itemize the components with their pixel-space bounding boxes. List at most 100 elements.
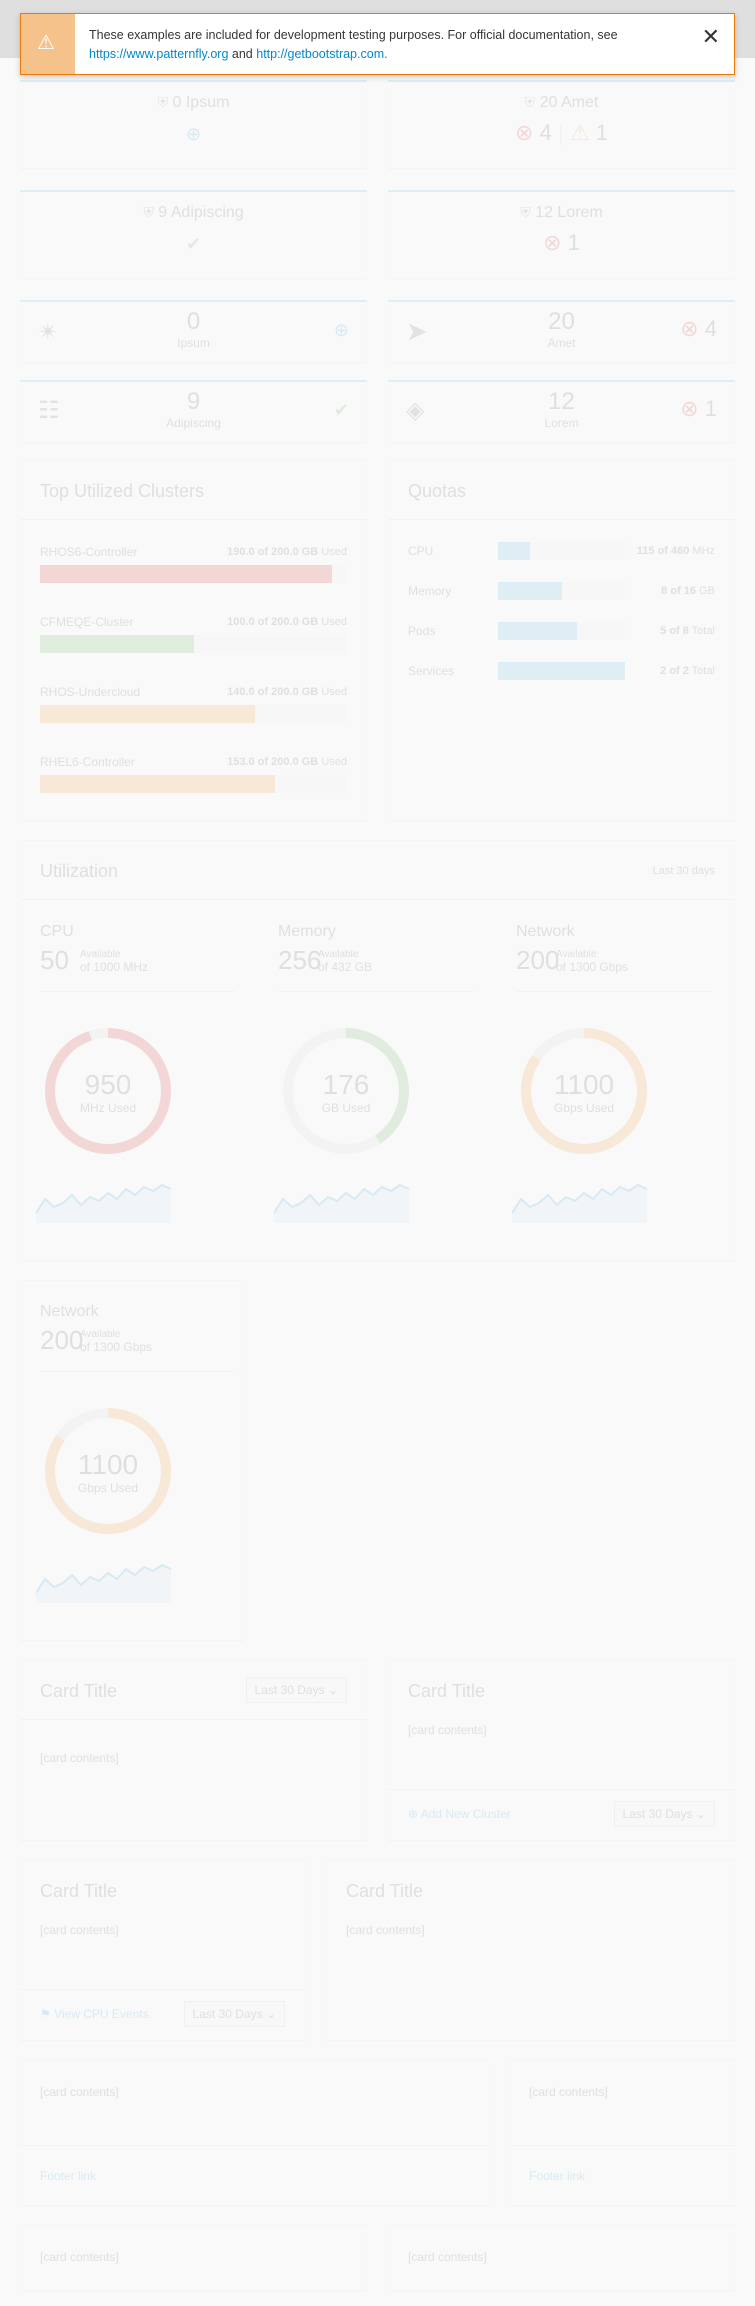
range-label: Last 30 Days — [192, 2007, 263, 2021]
patternfly-link[interactable]: https://www.patternfly.org — [89, 47, 228, 61]
aggregate-card-lorem: ⛨ 12 Lorem ⊗ 1 — [388, 190, 735, 278]
aggregate-card-amet: ⛨ 20 Amet ⊗ 4 | ⚠ 1 — [388, 80, 735, 168]
donut-used-value: 1100 — [553, 1069, 615, 1100]
sparkline — [512, 1183, 648, 1223]
util-panel-title: Network — [40, 1303, 99, 1320]
aggregate-card-ipsum: ⛨ 0 Ipsum ⊕ — [20, 80, 367, 168]
card-f: [card contents] Footer link — [509, 2060, 735, 2205]
donut-used-label: MHz Used — [79, 1101, 136, 1115]
chevron-down-icon: ⌄ — [327, 1683, 338, 1697]
quota-unit: MHz — [692, 545, 715, 557]
quota-bar-fill — [498, 582, 562, 600]
quota-bar — [498, 542, 625, 560]
aggregate-card-adipiscing: ⛨ 9 Adipiscing ✔ — [20, 190, 367, 278]
cluster-used-value: 100.0 of 200.0 GB — [227, 616, 319, 628]
cluster-bar — [40, 775, 347, 793]
donut-used-value: 176 — [322, 1069, 370, 1100]
mini-count: 9 — [186, 388, 201, 415]
utilization-card: Utilization Last 30 days CPU 50 Available o… — [20, 840, 735, 1260]
quota-usage: 8 of 16 GB — [661, 585, 715, 597]
range-dropdown[interactable]: Last 30 Days ⌄ — [183, 2001, 285, 2027]
quota-bar-fill — [498, 622, 578, 640]
donut-used-label: Gbps Used — [77, 1481, 139, 1495]
add-circle-icon[interactable]: ⊕ — [186, 124, 201, 144]
error-circle-icon: ⊗ — [543, 230, 562, 255]
alert-text: These examples are included for developm… — [89, 26, 689, 64]
range-dropdown[interactable]: Last 30 Days ⌄ — [245, 1677, 347, 1703]
cluster-used-value: 140.0 of 200.0 GB — [227, 686, 319, 698]
error-count: 1 — [704, 396, 717, 421]
cluster-used-suffix: Used — [321, 756, 347, 768]
clusters-card: Top Utilized Clusters RHOS6-Controller 19… — [20, 460, 367, 820]
cluster-usage: 100.0 of 200.0 GB Used — [227, 616, 347, 628]
panel-divider — [40, 1371, 235, 1372]
cluster-name: RHEL6-Controller — [40, 755, 135, 769]
available-total: of 432 GB — [318, 960, 373, 974]
footer-link[interactable]: Footer link — [40, 2169, 96, 2183]
error-count: 1 — [567, 230, 580, 255]
card-b: Card Title [card contents] ⊕ Add New Clu… — [388, 1660, 735, 1840]
close-icon[interactable]: ✕ — [702, 24, 720, 50]
sparkline — [274, 1183, 410, 1223]
card-title: Utilization — [40, 861, 119, 881]
cluster-usage: 140.0 of 200.0 GB Used — [227, 686, 347, 698]
shield-icon: ⛨ — [143, 204, 154, 220]
footer-link[interactable]: Footer link — [529, 2169, 585, 2183]
quota-usage: 115 of 460 MHz — [637, 545, 715, 557]
error-count: 4 — [539, 120, 552, 145]
aggregate-title: 0 Ipsum — [172, 94, 230, 111]
panel-divider — [516, 991, 711, 992]
dev-warning-alert: ⚠ These examples are included for develo… — [20, 13, 735, 75]
card-contents: [card contents] — [408, 1723, 487, 1737]
quota-name: Services — [408, 664, 455, 678]
donut-used-value: 1100 — [77, 1449, 139, 1480]
mini-card-ipsum: ✴ 0 Ipsum ⊕ — [20, 300, 367, 362]
sparkline — [36, 1183, 172, 1223]
mini-label: Ipsum — [177, 336, 210, 350]
card-title: Quotas — [408, 481, 467, 501]
card-contents: [card contents] — [346, 1923, 425, 1937]
quota-bar — [498, 622, 625, 640]
panel-divider — [40, 991, 235, 992]
quota-name: CPU — [408, 544, 434, 558]
available-value: 200 — [40, 1325, 84, 1355]
view-events-link[interactable]: ⚑ View CPU Events — [40, 2007, 149, 2021]
card-contents: [card contents] — [40, 1751, 119, 1765]
cluster-used-suffix: Used — [321, 616, 347, 628]
mini-card-amet: ➤ 20 Amet ⊗ 4 — [388, 300, 735, 362]
link-label: View CPU Events — [54, 2007, 149, 2021]
donut-used-label: Gbps Used — [553, 1101, 615, 1115]
available-total: of 1000 MHz — [80, 960, 149, 974]
card-e: [card contents] Footer link — [20, 2060, 488, 2205]
cluster-used-suffix: Used — [321, 686, 347, 698]
aggregate-title: 9 Adipiscing — [158, 204, 244, 221]
quota-bar — [498, 662, 625, 680]
cluster-bar-fill — [40, 635, 194, 653]
shield-icon: ⛨ — [520, 204, 531, 220]
time-range: Last 30 days — [652, 865, 715, 877]
quota-name: Memory — [408, 584, 452, 598]
cluster-usage: 153.0 of 200.0 GB Used — [227, 756, 347, 768]
cluster-name: RHOS-Undercloud — [40, 685, 141, 699]
ok-circle-icon: ✔ — [333, 400, 349, 420]
cluster-bar — [40, 705, 347, 723]
alert-and: and — [231, 47, 253, 61]
aggregate-title: 12 Lorem — [535, 204, 603, 221]
available-label-box: Available of 1000 MHz — [80, 949, 148, 973]
bootstrap-link[interactable]: http://getbootstrap.com. — [256, 47, 387, 61]
util-panel-title: Network — [516, 923, 575, 940]
quota-used-value: 8 of 16 — [661, 585, 697, 597]
cluster-bar-fill — [40, 775, 275, 793]
range-dropdown[interactable]: Last 30 Days ⌄ — [613, 1801, 715, 1827]
available-label-box: Available of 432 GB — [318, 949, 372, 973]
quotas-card: Quotas CPU 115 of 460 MHz Memory 8 of 16 GB… — [388, 460, 735, 820]
add-cluster-link[interactable]: ⊕ Add New Cluster — [408, 1807, 511, 1821]
card-d: Card Title [card contents] — [326, 1860, 735, 2040]
cluster-bar-fill — [40, 565, 332, 583]
card-h: [card contents] — [388, 2225, 735, 2290]
link-label: Add New Cluster — [420, 1807, 511, 1821]
available-total: of 1300 Gbps — [556, 960, 629, 974]
donut-used-value: 950 — [84, 1069, 132, 1100]
add-circle-icon[interactable]: ⊕ — [334, 320, 349, 341]
warning-triangle-icon: ⚠ — [37, 32, 55, 54]
